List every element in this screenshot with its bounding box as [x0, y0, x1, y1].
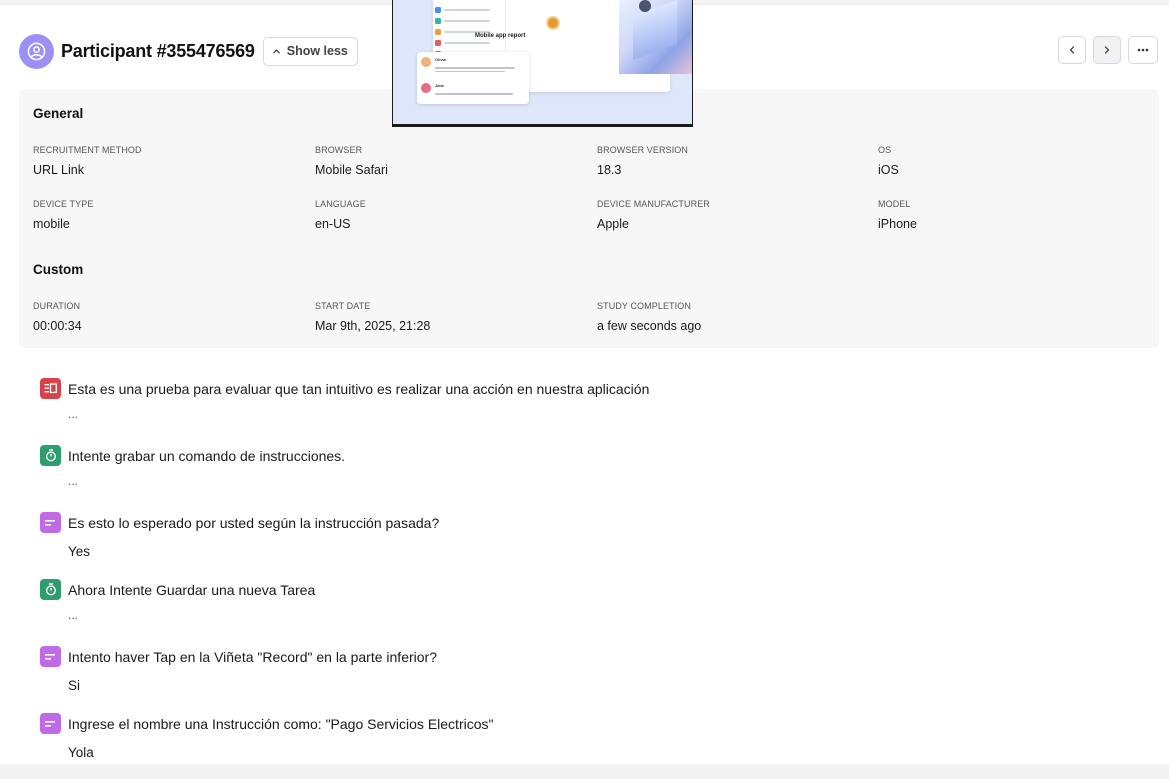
previous-participant-button[interactable] — [1058, 36, 1086, 64]
field-label: LANGUAGE — [315, 199, 366, 209]
text-lines-icon — [40, 713, 61, 734]
next-participant-button[interactable] — [1093, 36, 1121, 64]
field-device-type: DEVICE TYPE mobile — [33, 199, 303, 231]
field-value: en-US — [315, 217, 351, 231]
field-value: 18.3 — [597, 163, 622, 177]
timeline-answer: Yes — [68, 544, 91, 559]
field-label: DEVICE MANUFACTURER — [597, 199, 710, 209]
field-label: BROWSER VERSION — [597, 145, 689, 155]
field-language: LANGUAGE en-US — [315, 199, 585, 231]
avatar — [19, 33, 54, 69]
chevron-up-icon — [272, 48, 280, 53]
timeline-question: Esta es una prueba para evaluar que tan … — [68, 381, 650, 397]
timeline-answer: ... — [68, 608, 79, 622]
timeline-answer: ... — [68, 474, 79, 488]
context-screen-icon — [40, 378, 61, 399]
field-browser-version: BROWSER VERSION 18.3 — [597, 145, 867, 177]
field-value: iOS — [878, 163, 899, 177]
field-value: 00:00:34 — [33, 319, 82, 333]
show-less-label: Show less — [286, 44, 348, 58]
field-label: STUDY COMPLETION — [597, 301, 691, 311]
participant-details-panel: General RECRUITMENT METHOD URL Link BROW… — [19, 89, 1159, 348]
field-value: Mobile Safari — [315, 163, 388, 177]
show-less-button[interactable]: Show less — [262, 36, 358, 66]
timeline-answer: ... — [68, 407, 79, 421]
field-value: URL Link — [33, 163, 84, 177]
more-horizontal-icon — [1137, 48, 1149, 52]
more-options-button[interactable] — [1128, 36, 1158, 64]
chat-name: Jane — [435, 83, 445, 88]
field-value: iPhone — [878, 217, 917, 231]
preview-chat: Olivia Jane — [417, 52, 529, 104]
timeline-question: Ingrese el nombre una Instrucción como: … — [68, 716, 494, 732]
field-label: RECRUITMENT METHOD — [33, 145, 142, 155]
custom-section-title: Custom — [33, 262, 84, 277]
field-duration: DURATION 00:00:34 — [33, 301, 303, 333]
field-value: a few seconds ago — [597, 319, 702, 333]
field-study-completion: STUDY COMPLETION a few seconds ago — [597, 301, 867, 333]
chat-avatar — [421, 83, 431, 93]
chevron-left-icon — [1069, 46, 1075, 54]
field-start-date: START DATE Mar 9th, 2025, 21:28 — [315, 301, 585, 333]
field-recruitment-method: RECRUITMENT METHOD URL Link — [33, 145, 303, 177]
user-icon — [27, 42, 46, 60]
preview-report-title: Mobile app report — [475, 33, 526, 39]
timeline-answer: Yola — [68, 745, 94, 760]
field-label: START DATE — [315, 301, 371, 311]
field-label: BROWSER — [315, 145, 363, 155]
field-label: DURATION — [33, 301, 81, 311]
field-label: DEVICE TYPE — [33, 199, 94, 209]
bottom-strip — [0, 764, 1169, 779]
field-label: OS — [878, 145, 892, 155]
chevron-right-icon — [1104, 46, 1110, 54]
page-title: Participant #355476569 — [61, 40, 255, 61]
timeline-question: Intento haver Tap en la Viñeta "Record" … — [68, 649, 437, 665]
field-browser: BROWSER Mobile Safari — [315, 145, 585, 177]
timeline-question: Ahora Intente Guardar una nueva Tarea — [68, 582, 316, 598]
field-value: Mar 9th, 2025, 21:28 — [315, 319, 431, 333]
participant-navigation — [1058, 36, 1158, 64]
participant-header: Participant #355476569 Show less — [19, 33, 358, 69]
coin-icon — [546, 16, 560, 30]
stopwatch-icon — [40, 445, 61, 466]
text-lines-icon — [40, 646, 61, 667]
stopwatch-icon — [40, 579, 61, 600]
field-value: mobile — [33, 217, 70, 231]
chat-avatar — [421, 57, 431, 67]
text-lines-icon — [40, 512, 61, 533]
field-device-manufacturer: DEVICE MANUFACTURER Apple — [597, 199, 867, 231]
general-section-title: General — [33, 106, 84, 121]
chat-name: Olivia — [435, 57, 446, 62]
field-label: MODEL — [878, 199, 911, 209]
preview-list — [435, 0, 503, 59]
field-value: Apple — [597, 217, 629, 231]
timeline-question: Es esto lo esperado por usted según la i… — [68, 515, 440, 531]
timeline-question: Intente grabar un comando de instruccion… — [68, 448, 346, 464]
promo-preview-image[interactable]: Mobile app report Olivia Jane — [392, 0, 693, 127]
preview-illustration — [619, 0, 692, 74]
timeline-answer: Si — [68, 678, 81, 693]
field-os: OS iOS — [878, 145, 1148, 177]
field-model: MODEL iPhone — [878, 199, 1148, 231]
